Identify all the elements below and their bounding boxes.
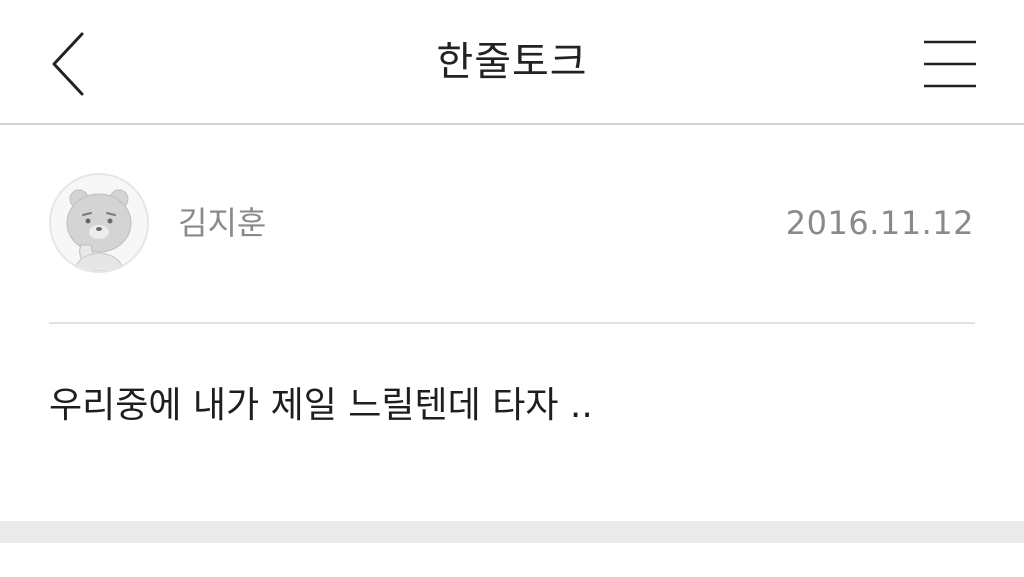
page-title: 한줄토크 bbox=[436, 39, 588, 85]
menu-button[interactable] bbox=[918, 32, 982, 96]
section-separator bbox=[0, 521, 1024, 543]
hamburger-menu-icon bbox=[924, 40, 976, 88]
post-card: 김지훈 2016.11.12 우리중에 내가 제일 느릴텐데 타자 .. bbox=[0, 125, 1024, 521]
back-button[interactable] bbox=[40, 28, 96, 100]
top-navigation-bar: 한줄토크 bbox=[0, 0, 1024, 125]
post-date: 2016.11.12 bbox=[785, 204, 974, 242]
chevron-left-icon bbox=[52, 32, 84, 96]
author-name[interactable]: 김지훈 bbox=[178, 203, 266, 243]
bear-character-avatar-icon bbox=[66, 189, 132, 271]
post-body-text: 우리중에 내가 제일 느릴텐데 타자 .. bbox=[49, 385, 593, 426]
screen: 한줄토크 김지훈 2016.11.12 우리중에 내가 제일 느릴텐데 타자 .… bbox=[0, 0, 1024, 577]
avatar[interactable] bbox=[49, 173, 149, 273]
divider bbox=[49, 322, 975, 324]
